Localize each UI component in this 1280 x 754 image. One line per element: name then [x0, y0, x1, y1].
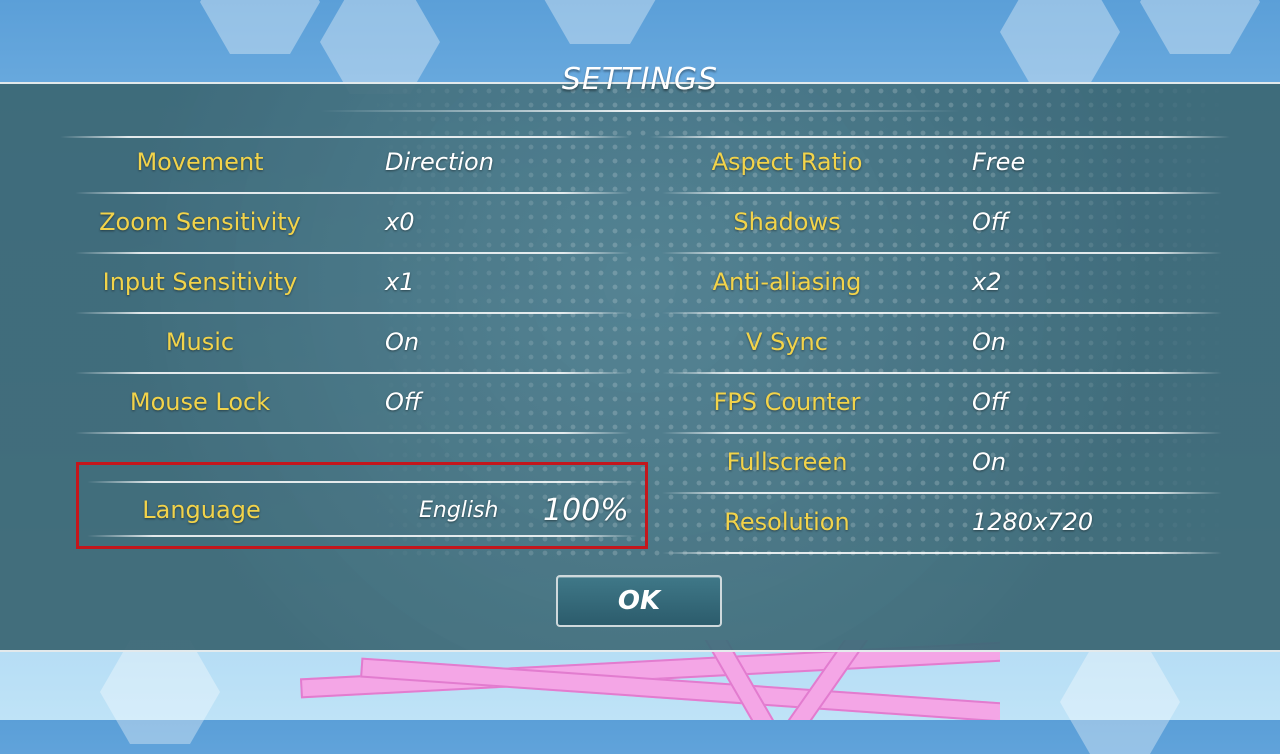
- setting-row-fps-counter[interactable]: FPS Counter Off: [662, 374, 1222, 434]
- setting-value[interactable]: On: [972, 448, 1006, 476]
- setting-label: Resolution: [724, 508, 850, 536]
- setting-label: Shadows: [733, 208, 841, 236]
- row-divider: [87, 481, 637, 483]
- setting-row-anti-aliasing[interactable]: Anti-aliasing x2: [662, 254, 1222, 314]
- row-divider: [87, 535, 637, 537]
- setting-row-shadows[interactable]: Shadows Off: [662, 194, 1222, 254]
- setting-row-resolution[interactable]: Resolution 1280x720: [662, 494, 1222, 554]
- setting-value[interactable]: x1: [385, 268, 414, 296]
- language-completion: 100%: [543, 493, 629, 528]
- setting-label: Input Sensitivity: [102, 268, 298, 296]
- setting-value[interactable]: Direction: [385, 148, 494, 176]
- setting-label: Movement: [136, 148, 264, 176]
- language-value[interactable]: English: [419, 498, 498, 523]
- setting-label: Fullscreen: [726, 448, 848, 476]
- setting-row-zoom-sensitivity[interactable]: Zoom Sensitivity x0: [75, 194, 630, 254]
- setting-label: FPS Counter: [713, 388, 861, 416]
- setting-row-aspect-ratio[interactable]: Aspect Ratio Free: [662, 134, 1222, 194]
- setting-label: Mouse Lock: [129, 388, 271, 416]
- setting-row-input-sensitivity[interactable]: Input Sensitivity x1: [75, 254, 630, 314]
- language-label: Language: [142, 496, 261, 524]
- setting-row-music[interactable]: Music On: [75, 314, 630, 374]
- setting-value[interactable]: Off: [972, 208, 1008, 236]
- setting-value[interactable]: x0: [385, 208, 414, 236]
- language-setting-highlight[interactable]: Language English 100%: [76, 462, 648, 549]
- settings-title: SETTINGS: [561, 62, 719, 97]
- setting-value[interactable]: 1280x720: [972, 508, 1093, 536]
- background-hexagon: [1140, 0, 1260, 54]
- setting-value[interactable]: On: [972, 328, 1006, 356]
- background-hexagon: [100, 640, 220, 744]
- title-underline: [320, 110, 960, 112]
- setting-label: Zoom Sensitivity: [99, 208, 301, 236]
- background-hexagon: [200, 0, 320, 54]
- setting-label: V Sync: [746, 328, 828, 356]
- setting-value[interactable]: Free: [972, 148, 1025, 176]
- setting-label: Anti-aliasing: [712, 268, 862, 296]
- background-pink-lattice: [300, 640, 1000, 720]
- ok-button[interactable]: OK: [556, 575, 722, 627]
- setting-value[interactable]: x2: [972, 268, 1001, 296]
- background-hexagon: [1060, 650, 1180, 754]
- setting-value[interactable]: Off: [385, 388, 421, 416]
- setting-label: Aspect Ratio: [711, 148, 863, 176]
- setting-row-v-sync[interactable]: V Sync On: [662, 314, 1222, 374]
- row-divider: [75, 432, 630, 434]
- setting-row-movement[interactable]: Movement Direction: [75, 134, 630, 194]
- setting-row-fullscreen[interactable]: Fullscreen On: [662, 434, 1222, 494]
- setting-value[interactable]: Off: [972, 388, 1008, 416]
- setting-value[interactable]: On: [385, 328, 419, 356]
- row-divider: [662, 552, 1222, 554]
- background-hexagon: [540, 0, 660, 44]
- setting-row-mouse-lock[interactable]: Mouse Lock Off: [75, 374, 630, 434]
- setting-label: Music: [165, 328, 235, 356]
